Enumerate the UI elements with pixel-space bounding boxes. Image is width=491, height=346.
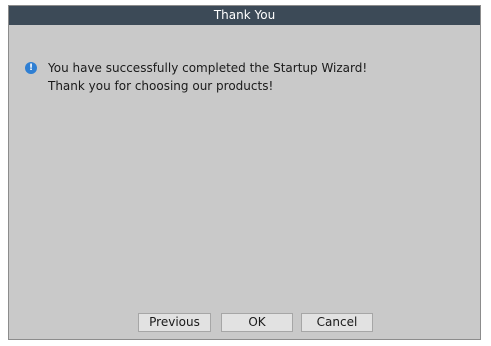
ok-button[interactable]: OK	[221, 313, 293, 332]
thank-you-dialog: Thank You ! You have successfully comple…	[8, 5, 481, 340]
dialog-title: Thank You	[9, 6, 480, 25]
message-line-2: Thank you for choosing our products!	[48, 79, 274, 93]
message-text: You have successfully completed the Star…	[48, 59, 367, 95]
button-row: Previous OK Cancel	[138, 313, 373, 332]
info-icon: !	[25, 62, 37, 74]
message-area: ! You have successfully completed the St…	[25, 59, 367, 95]
cancel-button[interactable]: Cancel	[301, 313, 373, 332]
previous-button[interactable]: Previous	[138, 313, 211, 332]
message-line-1: You have successfully completed the Star…	[48, 61, 368, 75]
